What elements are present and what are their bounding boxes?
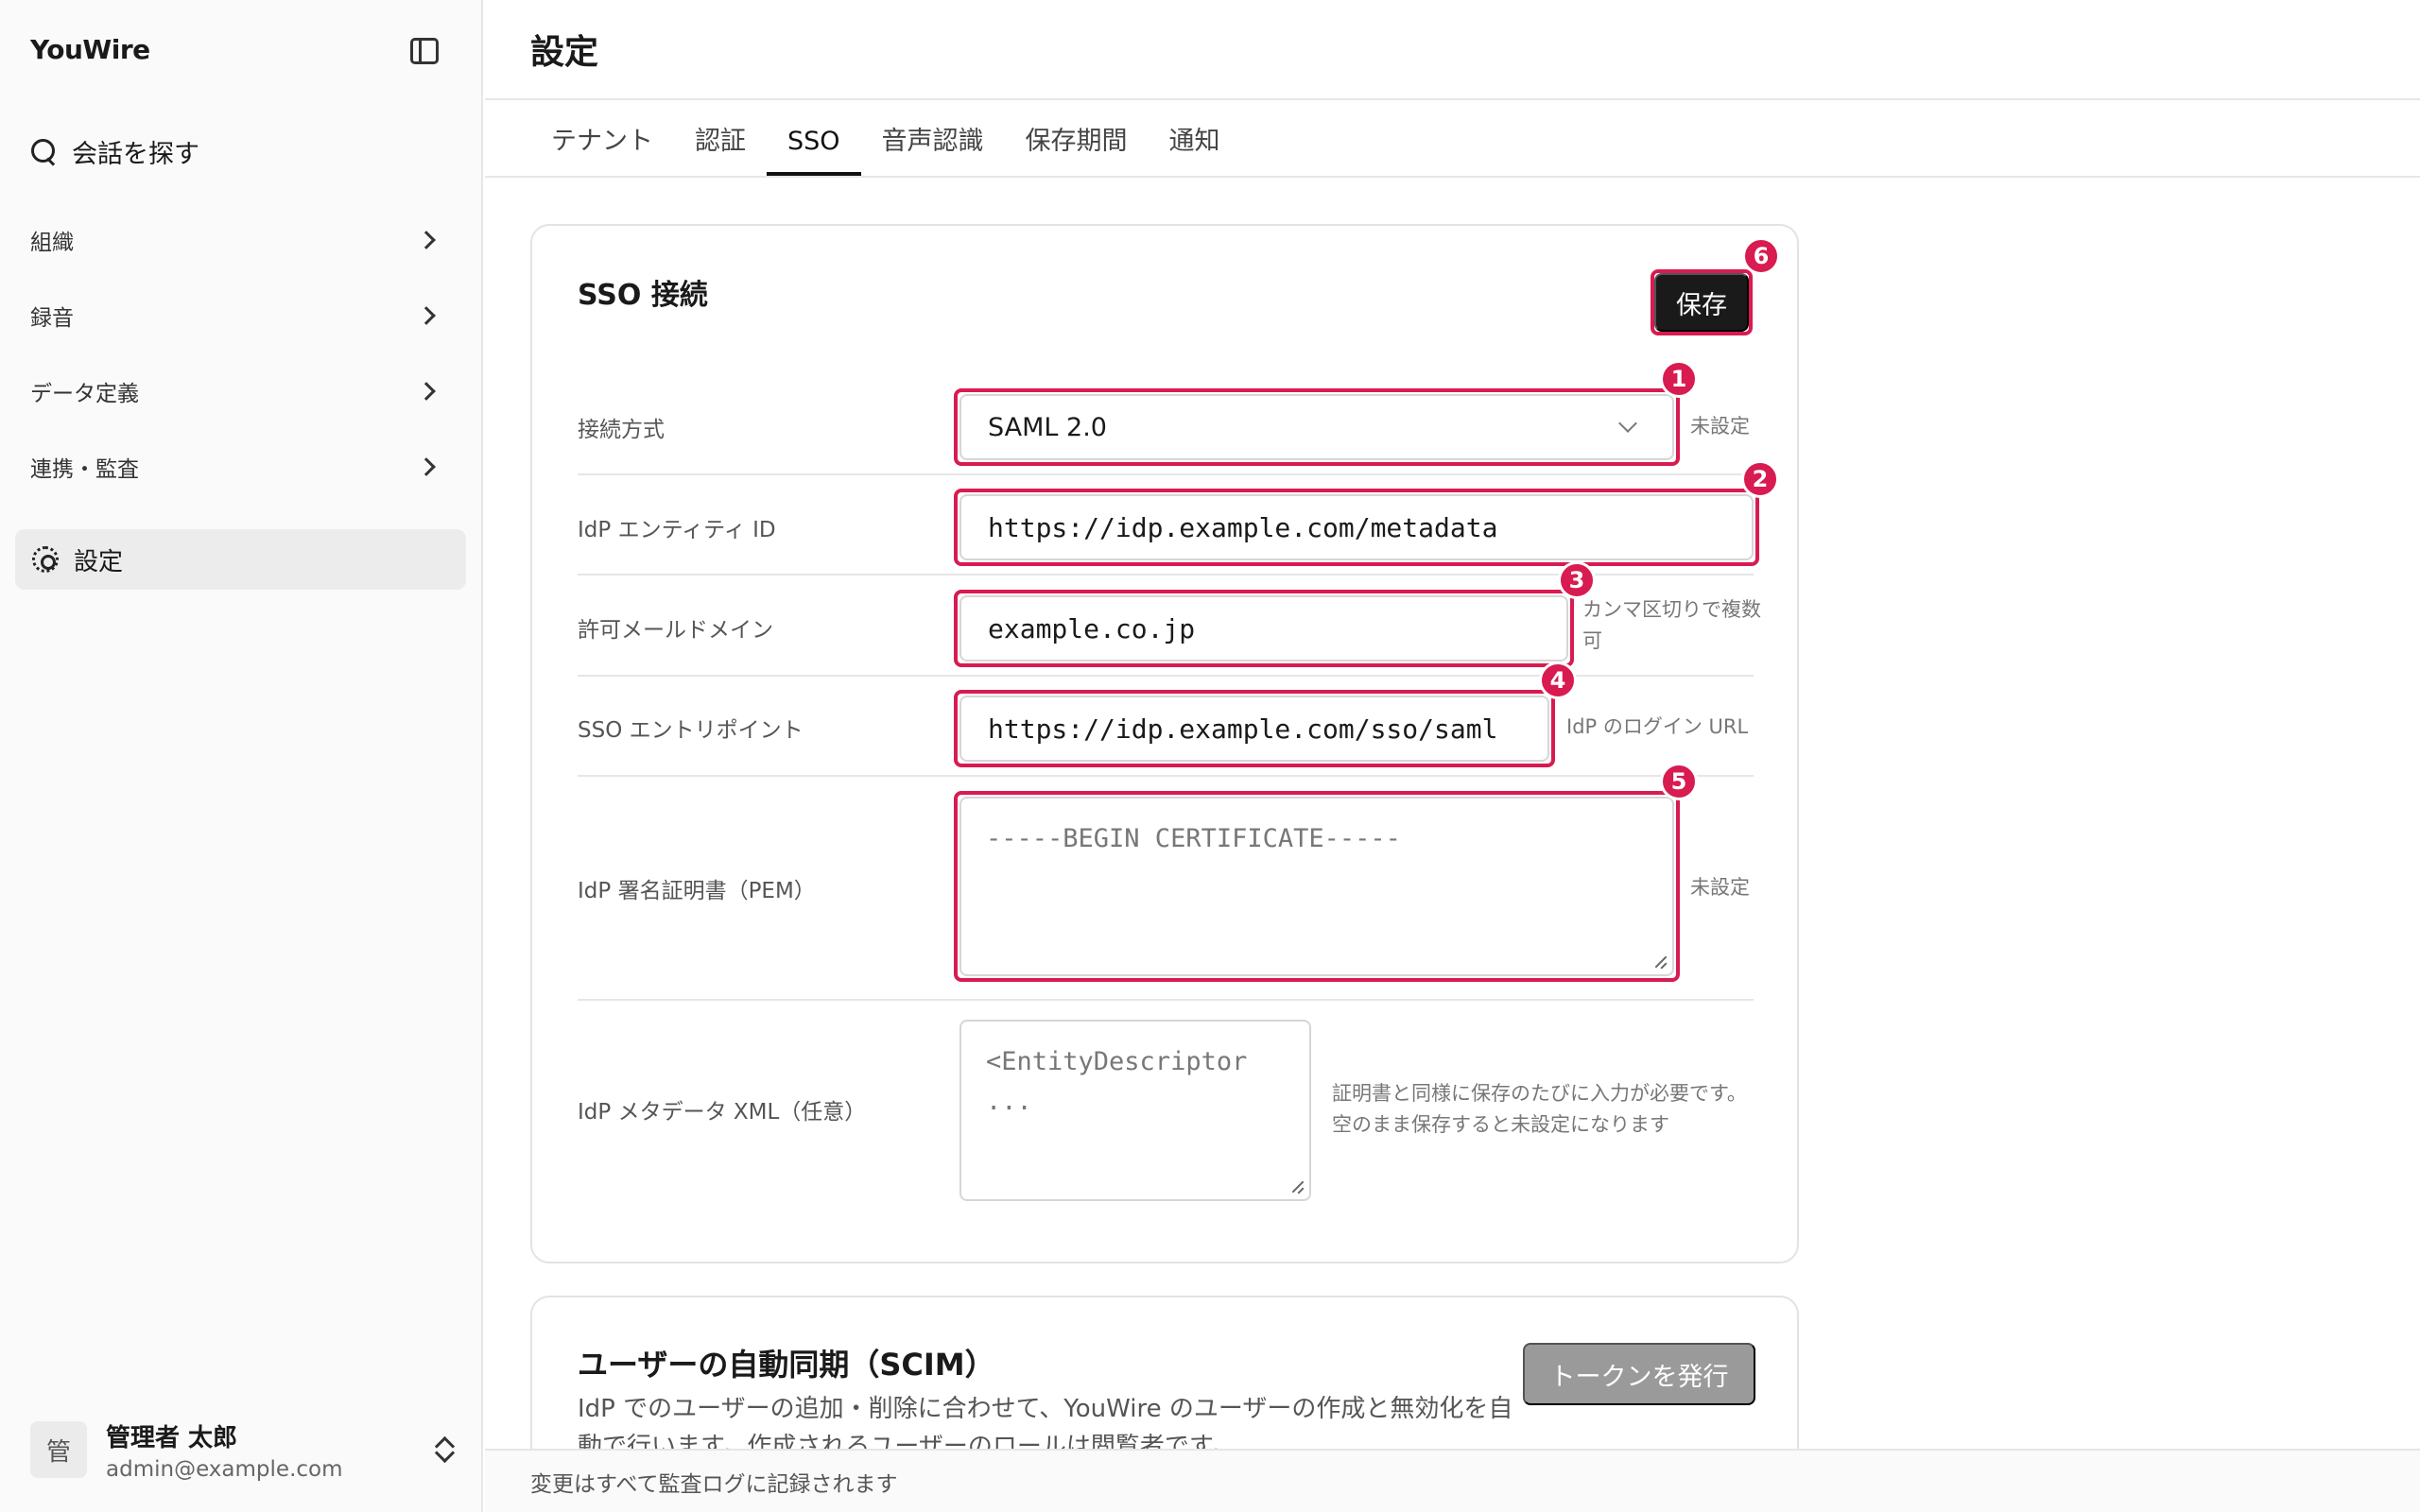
sidebar-item-label: 組織 bbox=[30, 231, 74, 255]
issue-token-button[interactable]: トークンを発行 bbox=[1523, 1343, 1755, 1405]
sidebar-item-label: 設定 bbox=[74, 547, 124, 576]
divider bbox=[578, 775, 1754, 777]
textarea-placeholder: <EntityDescriptor bbox=[986, 1047, 1248, 1076]
chevron-right-icon bbox=[417, 382, 436, 401]
highlight-box bbox=[954, 489, 1759, 566]
sidebar: YouWire 会話を探す 組織 録音 データ定義 連携・監査 設定 管 管理者… bbox=[0, 0, 483, 1512]
step-badge: 6 bbox=[1742, 237, 1780, 275]
step-badge: 4 bbox=[1539, 662, 1577, 699]
chevron-right-icon bbox=[417, 306, 436, 325]
sidebar-item-data-definition[interactable]: データ定義 bbox=[30, 370, 446, 412]
chevron-right-icon bbox=[417, 457, 436, 476]
metadata-xml-textarea[interactable]: <EntityDescriptor ... bbox=[959, 1020, 1311, 1201]
divider bbox=[485, 176, 2420, 178]
sidebar-item-label: データ定義 bbox=[30, 382, 139, 406]
page-title: 設定 bbox=[530, 33, 599, 72]
divider bbox=[485, 98, 2420, 100]
cert-label: IdP 署名証明書（PEM） bbox=[578, 879, 816, 903]
step-badge: 1 bbox=[1660, 360, 1698, 398]
metadata-label: IdP メタデータ XML（任意） bbox=[578, 1100, 867, 1125]
entry-point-hint: IdP のログイン URL bbox=[1566, 715, 1749, 738]
sidebar-item-integration-audit[interactable]: 連携・監査 bbox=[30, 446, 446, 488]
method-label: 接続方式 bbox=[578, 418, 665, 442]
save-button[interactable]: 保存 bbox=[1654, 273, 1749, 332]
search-label: 会話を探す bbox=[72, 139, 199, 169]
tab-retention[interactable]: 保存期間 bbox=[1005, 123, 1149, 176]
divider bbox=[578, 675, 1754, 677]
step-badge: 2 bbox=[1741, 460, 1779, 498]
sidebar-toggle-icon[interactable] bbox=[410, 38, 439, 64]
metadata-hint: 証明書と同様に保存のたびに入力が必要です。空のまま保存すると未設定になります bbox=[1332, 1082, 1747, 1136]
sidebar-item-organization[interactable]: 組織 bbox=[30, 219, 446, 261]
entry-point-label: SSO エントリポイント bbox=[578, 718, 804, 743]
highlight-box bbox=[954, 388, 1680, 466]
chevron-right-icon bbox=[417, 231, 436, 249]
tab-tenant[interactable]: テナント bbox=[530, 123, 674, 176]
sidebar-item-label: 連携・監査 bbox=[30, 457, 139, 482]
textarea-placeholder: ... bbox=[986, 1087, 1032, 1116]
sidebar-item-label: 録音 bbox=[30, 306, 74, 331]
tab-auth[interactable]: 認証 bbox=[674, 123, 767, 176]
sidebar-item-recording[interactable]: 録音 bbox=[30, 295, 446, 336]
chevrons-up-down-icon bbox=[433, 1434, 456, 1466]
highlight-box bbox=[954, 791, 1680, 982]
gear-icon bbox=[32, 546, 59, 573]
highlight-box bbox=[954, 590, 1574, 667]
search-conversations[interactable]: 会話を探す bbox=[30, 132, 199, 170]
step-badge: 3 bbox=[1558, 561, 1596, 599]
cert-hint: 未設定 bbox=[1690, 876, 1750, 899]
resize-handle-icon[interactable] bbox=[1290, 1180, 1304, 1194]
method-hint: 未設定 bbox=[1690, 415, 1750, 438]
user-menu[interactable]: 管 管理者 太郎 admin@example.com bbox=[30, 1416, 456, 1484]
avatar: 管 bbox=[30, 1421, 87, 1478]
footer-bar: 変更はすべて監査ログに記録されます bbox=[485, 1449, 2420, 1512]
entity-id-label: IdP エンティティ ID bbox=[578, 518, 776, 542]
brand-logo: YouWire bbox=[30, 34, 150, 65]
card-title: ユーザーの自動同期（SCIM） bbox=[578, 1347, 995, 1383]
domains-label: 許可メールドメイン bbox=[578, 618, 773, 643]
sso-connection-card: SSO 接続 保存 6 接続方式 SAML 2.0 1 未設定 IdP エンティ… bbox=[530, 224, 1799, 1263]
highlight-box bbox=[954, 690, 1555, 767]
step-badge: 5 bbox=[1660, 763, 1698, 800]
tab-speech-recognition[interactable]: 音声認識 bbox=[861, 123, 1005, 176]
search-icon bbox=[30, 138, 57, 164]
tab-notifications[interactable]: 通知 bbox=[1149, 123, 1241, 176]
tab-sso[interactable]: SSO bbox=[767, 123, 861, 176]
sidebar-item-settings[interactable]: 設定 bbox=[15, 529, 466, 590]
tab-bar: テナント 認証 SSO 音声認識 保存期間 通知 bbox=[530, 123, 1241, 176]
domains-hint: カンマ区切りで複数可 bbox=[1582, 598, 1761, 652]
user-email: admin@example.com bbox=[106, 1456, 343, 1482]
divider bbox=[578, 999, 1754, 1001]
audit-log-notice: 変更はすべて監査ログに記録されます bbox=[530, 1472, 898, 1497]
user-name: 管理者 太郎 bbox=[106, 1423, 238, 1452]
card-title: SSO 接続 bbox=[578, 279, 708, 312]
divider bbox=[578, 473, 1754, 475]
